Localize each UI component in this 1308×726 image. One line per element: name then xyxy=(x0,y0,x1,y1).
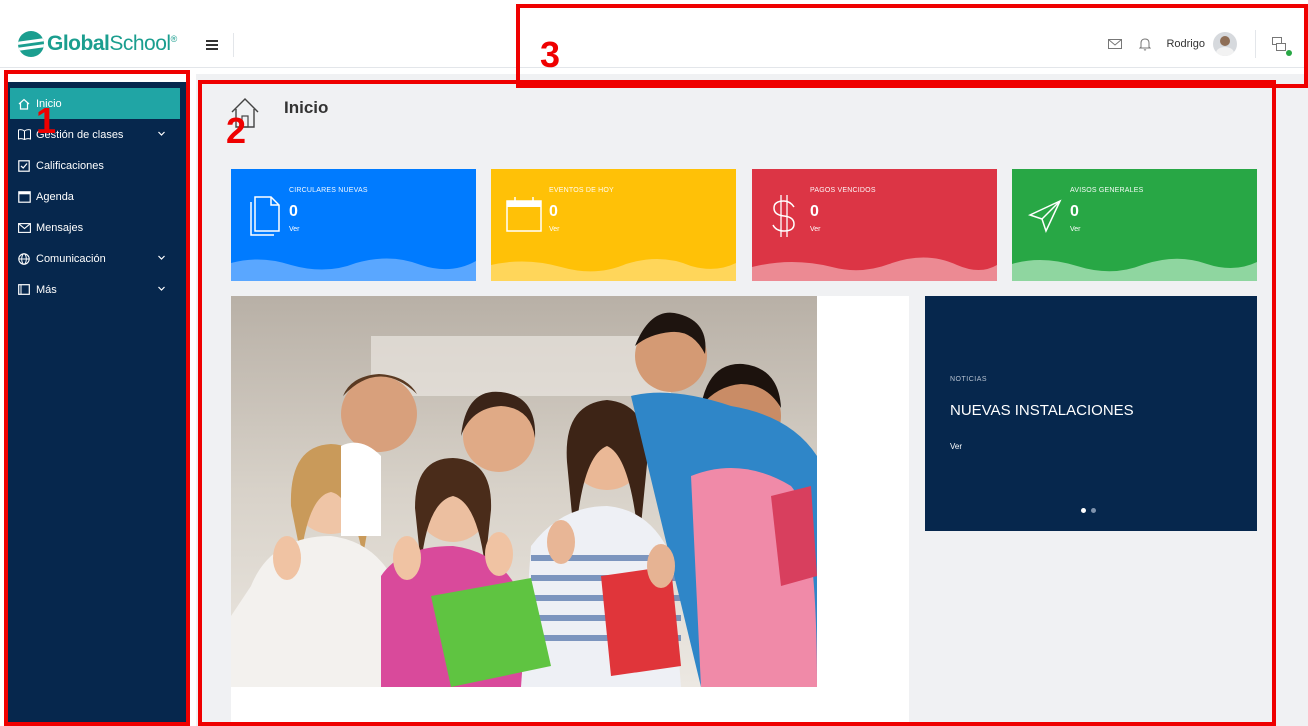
sidebar-item-label: Agenda xyxy=(36,190,74,203)
card-link[interactable]: Ver xyxy=(549,226,560,233)
card-label: EVENTOS DE HOY xyxy=(549,187,614,194)
photo-panel xyxy=(231,296,909,726)
card-eventos-de-hoy[interactable]: EVENTOS DE HOY 0 Ver xyxy=(491,169,736,281)
menu-toggle-button[interactable] xyxy=(198,33,234,57)
main-content: Inicio CIRCULARES NUEVAS 0 Ver EVENTOS D… xyxy=(196,74,1308,726)
carousel-dot[interactable] xyxy=(1081,508,1086,513)
card-label: CIRCULARES NUEVAS xyxy=(289,187,368,194)
global-school-logo[interactable]: GlobalSchool® xyxy=(18,30,177,58)
avatar[interactable] xyxy=(1213,32,1237,56)
hamburger-icon xyxy=(206,40,218,50)
sidebar-item-label: Más xyxy=(36,283,57,296)
annotation-label: 3 xyxy=(540,34,561,75)
check-square-icon xyxy=(17,159,31,173)
calendar-icon xyxy=(17,190,31,204)
carousel-dots xyxy=(1081,508,1096,513)
top-bar: GlobalSchool® Rodrigo xyxy=(0,0,1308,68)
chevron-down-icon xyxy=(158,255,165,260)
card-value: 0 xyxy=(810,203,819,220)
wave-decoration xyxy=(491,258,736,281)
card-label: AVISOS GENERALES xyxy=(1070,187,1144,194)
window-switch-icon[interactable] xyxy=(1270,35,1288,53)
sidebar: Inicio Gestión de clases Calificaciones … xyxy=(8,82,186,722)
annotation-label: 1 xyxy=(36,100,57,141)
sidebar-item-label: Mensajes xyxy=(36,221,84,234)
card-link[interactable]: Ver xyxy=(1070,226,1081,233)
card-value: 0 xyxy=(289,203,298,220)
divider xyxy=(1255,30,1256,58)
sidebar-item-label: Comunicación xyxy=(36,252,106,265)
online-status-dot xyxy=(1286,50,1292,56)
card-value: 0 xyxy=(1070,203,1079,220)
mail-icon[interactable] xyxy=(1106,35,1124,53)
wave-decoration xyxy=(231,258,476,281)
sidebar-item-mas[interactable]: Más xyxy=(8,274,186,305)
home-icon xyxy=(17,97,31,111)
user-toolbar: Rodrigo xyxy=(1106,30,1308,58)
chevron-down-icon xyxy=(158,131,165,136)
card-circulares-nuevas[interactable]: CIRCULARES NUEVAS 0 Ver xyxy=(231,169,476,281)
students-photo xyxy=(231,296,817,687)
wave-decoration xyxy=(1012,258,1257,281)
card-value: 0 xyxy=(549,203,558,220)
news-kicker: NOTICIAS xyxy=(950,376,988,383)
chevron-down-icon xyxy=(158,286,165,291)
news-headline: NUEVAS INSTALACIONES xyxy=(950,402,1134,419)
mail-icon xyxy=(17,221,31,235)
send-icon xyxy=(1027,199,1062,234)
document-icon xyxy=(250,196,280,236)
sidebar-item-agenda[interactable]: Agenda xyxy=(8,181,186,212)
annotation-label: 2 xyxy=(226,110,247,151)
card-pagos-vencidos[interactable]: PAGOS VENCIDOS 0 Ver xyxy=(752,169,997,281)
news-carousel[interactable]: NOTICIAS NUEVAS INSTALACIONES Ver xyxy=(925,296,1257,531)
calendar-icon xyxy=(506,197,542,232)
bell-icon[interactable] xyxy=(1136,35,1154,53)
logo-text: GlobalSchool® xyxy=(47,32,177,55)
sidebar-item-mensajes[interactable]: Mensajes xyxy=(8,212,186,243)
square-icon xyxy=(17,283,31,297)
carousel-dot[interactable] xyxy=(1091,508,1096,513)
sidebar-item-comunicacion[interactable]: Comunicación xyxy=(8,243,186,274)
news-link[interactable]: Ver xyxy=(950,442,962,451)
book-icon xyxy=(17,128,31,142)
sidebar-item-calificaciones[interactable]: Calificaciones xyxy=(8,150,186,181)
user-name[interactable]: Rodrigo xyxy=(1166,38,1205,50)
globe-icon xyxy=(17,252,31,266)
sidebar-item-gestion-de-clases[interactable]: Gestión de clases xyxy=(8,119,186,150)
page-title: Inicio xyxy=(284,98,329,117)
card-link[interactable]: Ver xyxy=(289,226,300,233)
sidebar-item-label: Calificaciones xyxy=(36,159,104,172)
card-avisos-generales[interactable]: AVISOS GENERALES 0 Ver xyxy=(1012,169,1257,281)
dollar-icon xyxy=(772,195,795,237)
globe-logo-icon xyxy=(18,31,44,57)
card-link[interactable]: Ver xyxy=(810,226,821,233)
card-label: PAGOS VENCIDOS xyxy=(810,187,876,194)
wave-decoration xyxy=(752,257,997,281)
